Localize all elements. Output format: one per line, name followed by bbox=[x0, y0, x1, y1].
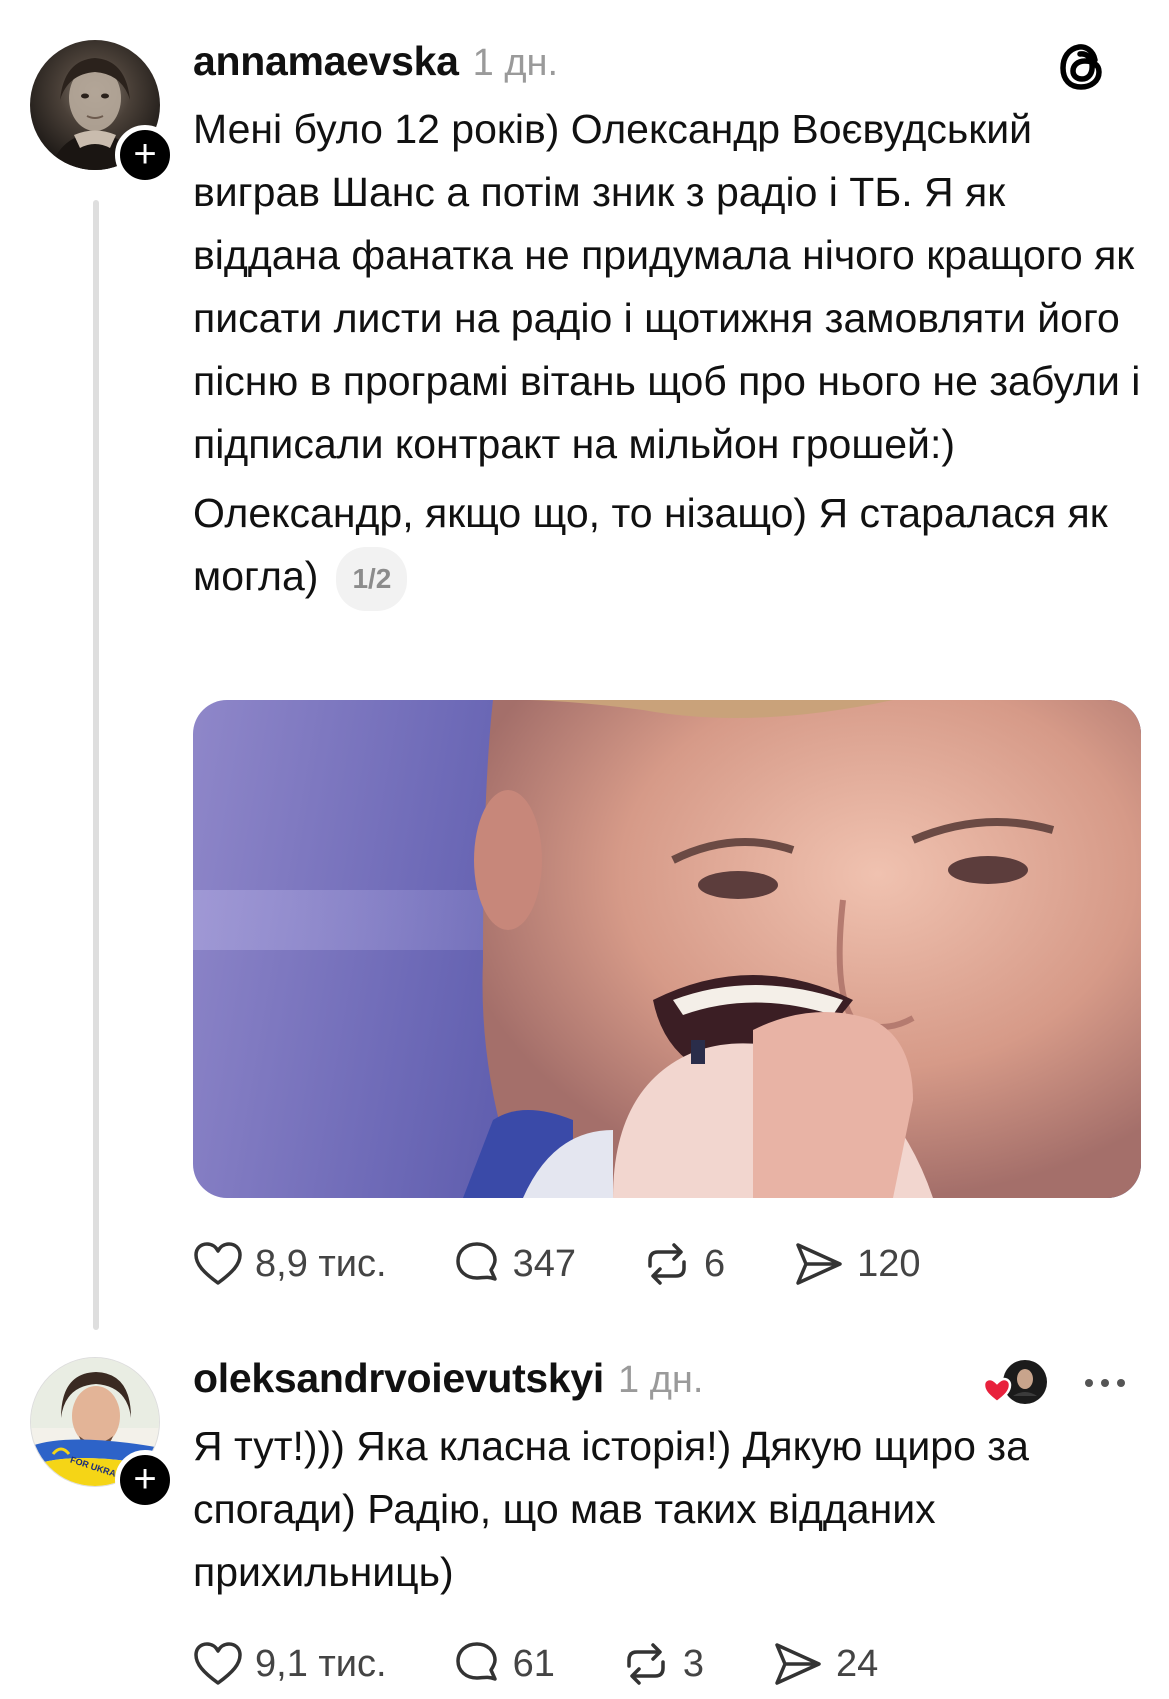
send-icon bbox=[796, 1243, 842, 1285]
plus-icon: + bbox=[133, 132, 157, 176]
heart-badge-icon bbox=[982, 1377, 1012, 1404]
reply-body: Я тут!))) Яка класна історія!) Дякую щир… bbox=[193, 1423, 1029, 1595]
post-text-paragraph: Олександр, якщо що, то нізащо) Я старала… bbox=[193, 482, 1148, 612]
post-timestamp: 1 дн. bbox=[472, 42, 559, 84]
username-link[interactable]: oleksandrvoievutskyi bbox=[193, 1355, 604, 1402]
username-link[interactable]: annamaevska bbox=[193, 38, 459, 85]
repost-button[interactable]: 6 bbox=[642, 1240, 725, 1288]
reply-button[interactable]: 61 bbox=[453, 1640, 555, 1688]
page-indicator-badge: 1/2 bbox=[336, 547, 408, 612]
post-header: annamaevska 1 дн. bbox=[193, 38, 558, 85]
reply-count: 61 bbox=[512, 1642, 555, 1685]
repost-icon bbox=[648, 1243, 686, 1285]
heart-icon bbox=[194, 1642, 242, 1685]
repost-icon bbox=[627, 1643, 665, 1685]
like-button[interactable]: 9,1 тис. bbox=[193, 1641, 387, 1687]
post-actions: 9,1 тис. 61 3 24 bbox=[193, 1640, 878, 1688]
post-photo[interactable] bbox=[193, 700, 1141, 1198]
share-button[interactable]: 24 bbox=[772, 1640, 878, 1688]
post-timestamp: 1 дн. bbox=[618, 1359, 704, 1401]
send-icon bbox=[775, 1643, 821, 1685]
share-count: 120 bbox=[857, 1242, 921, 1285]
repost-count: 3 bbox=[682, 1642, 704, 1685]
heart-icon bbox=[194, 1242, 242, 1285]
post-actions: 8,9 тис. 347 6 120 bbox=[193, 1240, 921, 1288]
post-header: oleksandrvoievutskyi 1 дн. bbox=[193, 1355, 703, 1402]
repost-button[interactable]: 3 bbox=[621, 1640, 704, 1688]
repost-count: 6 bbox=[703, 1242, 726, 1285]
like-button[interactable]: 8,9 тис. bbox=[193, 1241, 387, 1287]
follow-plus-button[interactable]: + bbox=[115, 1450, 175, 1510]
thread-connector-line bbox=[93, 200, 99, 1330]
liked-by-author-indicator bbox=[982, 1360, 1047, 1404]
like-count: 9,1 тис. bbox=[255, 1642, 387, 1685]
photo-man-singing-image bbox=[193, 700, 1141, 1198]
comment-bubble-icon bbox=[455, 1642, 497, 1681]
like-count: 8,9 тис. bbox=[255, 1242, 387, 1285]
post-body: Мені було 12 років) Олександр Воєвудськи… bbox=[193, 98, 1148, 612]
post-text-continuation: Олександр, якщо що, то нізащо) Я старала… bbox=[193, 490, 1108, 599]
more-dots-icon[interactable] bbox=[1080, 1368, 1130, 1398]
follow-plus-button[interactable]: + bbox=[115, 125, 175, 185]
post-annamaevska: + annamaevska 1 дн. Мені було 12 років) … bbox=[0, 0, 1169, 1340]
threads-logo-icon[interactable] bbox=[1055, 38, 1111, 94]
post-text-paragraph: Мені було 12 років) Олександр Воєвудськи… bbox=[193, 106, 1141, 467]
share-count: 24 bbox=[836, 1642, 879, 1685]
comment-bubble-icon bbox=[455, 1242, 497, 1281]
plus-icon: + bbox=[133, 1457, 157, 1501]
share-button[interactable]: 120 bbox=[793, 1240, 921, 1288]
reply-button[interactable]: 347 bbox=[453, 1240, 576, 1288]
reply-count: 347 bbox=[512, 1242, 576, 1285]
